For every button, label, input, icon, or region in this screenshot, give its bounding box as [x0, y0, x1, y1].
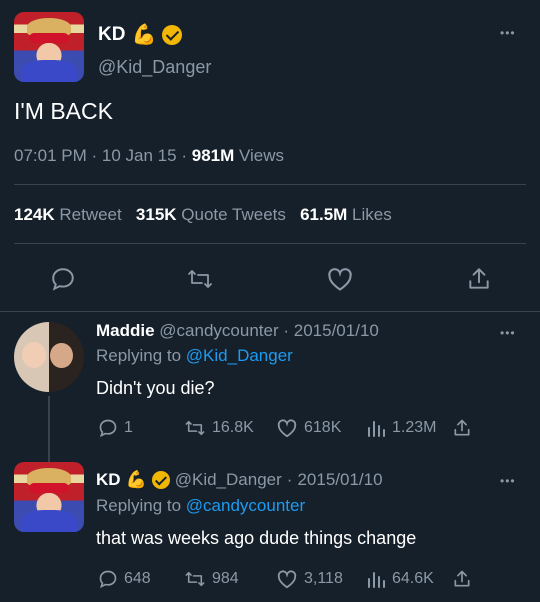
share-icon[interactable] — [452, 569, 472, 589]
display-name[interactable]: Maddie — [96, 321, 155, 340]
display-name[interactable]: KD — [98, 24, 125, 46]
tweet-stats: 124K Retweet 315K Quote Tweets 61.5M Lik… — [14, 205, 392, 225]
like-icon[interactable] — [326, 266, 354, 292]
verified-badge-icon — [151, 471, 170, 489]
mention-link[interactable]: @Kid_Danger — [186, 346, 293, 365]
retweet-icon — [185, 420, 205, 436]
reply-icon — [99, 570, 117, 589]
tweet-text: Didn't you die? — [96, 378, 215, 398]
like-button[interactable]: 3,118 — [276, 569, 343, 589]
tweet-date[interactable]: 10 Jan 15 — [102, 146, 177, 165]
tweet-date[interactable]: 2015/01/10 — [297, 470, 382, 490]
reply1-header: Maddie @candycounter · 2015/01/10 — [96, 321, 379, 340]
quotes-stat[interactable]: 315K Quote Tweets — [136, 205, 286, 224]
views-icon — [368, 572, 385, 588]
tweet-meta: 07:01 PM · 10 Jan 15 · 981M Views — [14, 146, 285, 165]
replying-to: Replying to @candycounter — [96, 496, 306, 515]
like-icon — [277, 419, 297, 438]
more-options-icon[interactable]: ••• — [500, 326, 516, 340]
mention-link[interactable]: @candycounter — [186, 496, 305, 515]
avatar[interactable] — [14, 12, 84, 82]
retweet-button[interactable]: 16.8K — [184, 418, 254, 438]
flexed-bicep-emoji: 💪 — [131, 24, 157, 46]
retweet-icon — [185, 571, 205, 587]
tweet-date[interactable]: 2015/01/10 — [294, 321, 379, 340]
main-tweet-author[interactable]: KD 💪 — [98, 22, 183, 47]
views-button[interactable]: 64.6K — [366, 569, 434, 589]
reply-button[interactable]: 1 — [98, 418, 133, 438]
reply-icon[interactable] — [50, 266, 76, 292]
tweet-text: that was weeks ago dude things change — [96, 528, 417, 548]
tweet-text: I'M BACK — [14, 98, 113, 124]
handle[interactable]: @Kid_Danger — [175, 470, 282, 490]
more-options-icon[interactable]: ••• — [500, 474, 516, 488]
avatar[interactable] — [14, 462, 84, 532]
thread-line — [48, 396, 50, 462]
more-options-icon[interactable]: ••• — [500, 26, 516, 40]
reply2-header: KD 💪 @Kid_Danger · 2015/01/10 — [96, 470, 383, 490]
handle[interactable]: @Kid_Danger — [98, 57, 211, 78]
handle[interactable]: @candycounter — [159, 321, 278, 340]
tweet-time[interactable]: 07:01 PM — [14, 146, 87, 165]
reply-icon — [99, 419, 117, 438]
retweet-button[interactable]: 984 — [184, 569, 239, 589]
reply-button[interactable]: 648 — [98, 569, 151, 589]
views-label: Views — [239, 146, 285, 165]
likes-stat[interactable]: 61.5M Likes — [300, 205, 392, 224]
views-icon — [368, 421, 385, 437]
like-button[interactable]: 618K — [276, 418, 341, 438]
share-icon[interactable] — [466, 266, 492, 292]
avatar[interactable] — [14, 322, 84, 392]
views-button[interactable]: 1.23M — [366, 418, 436, 438]
views-count: 981M — [191, 146, 235, 165]
share-icon[interactable] — [452, 418, 472, 438]
retweet-icon[interactable] — [186, 266, 214, 292]
replying-to: Replying to @Kid_Danger — [96, 346, 293, 365]
verified-badge-icon — [162, 24, 183, 45]
flexed-bicep-emoji: 💪 — [125, 470, 147, 489]
like-icon — [277, 570, 297, 589]
display-name[interactable]: KD — [96, 470, 121, 490]
retweets-stat[interactable]: 124K Retweet — [14, 205, 122, 224]
